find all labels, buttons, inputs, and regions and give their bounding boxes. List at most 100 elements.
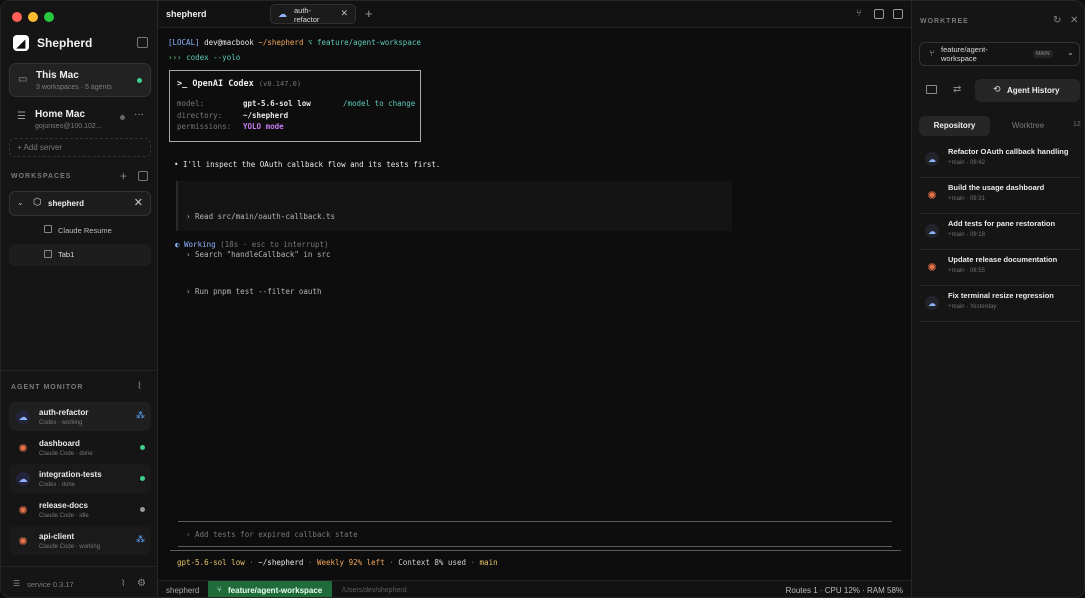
footer-path: /Users/dev/shepherd [342, 587, 407, 594]
agent-name: dashboard [39, 439, 80, 448]
agent-release-docs[interactable]: ✺ release-docs Claude Code · idle [9, 495, 151, 524]
status-path: ~/shepherd [258, 558, 304, 567]
brand: ◢ Shepherd [13, 35, 92, 51]
footer-branch[interactable]: ⑂ feature/agent-workspace [208, 581, 332, 597]
status-model: gpt-5.6-sol low [177, 558, 245, 567]
chevron-down-icon[interactable]: ⌄ [1067, 48, 1074, 57]
working-indicator: ◐ Working (18s · esc to interrupt) [175, 240, 329, 249]
split-pane-icon[interactable] [874, 9, 884, 19]
agent-integration-tests[interactable]: ☁ integration-tests Codex · done [9, 464, 151, 493]
activity-icon[interactable]: ⌇ [137, 381, 142, 392]
activity-icon[interactable]: ⌇ [121, 578, 125, 589]
sidebar-toggle-icon[interactable] [137, 37, 148, 48]
branch-selector[interactable]: ⑂ feature/agent-workspace MAIN ⌄ [919, 42, 1080, 66]
agent-input[interactable]: › Add tests for expired callback state [178, 521, 892, 547]
zoom-window-button[interactable] [44, 12, 54, 22]
tab-auth-refactor[interactable]: ☁ auth-refactor ✕ [270, 4, 356, 24]
status-offline-dot [120, 115, 125, 120]
compare-icon[interactable]: ⇄ [953, 84, 961, 95]
tab-label: Tab1 [58, 250, 75, 259]
add-server-button[interactable]: + Add server [9, 138, 151, 157]
history-item[interactable]: ☁ Refactor OAuth callback handling ⑂main… [920, 142, 1081, 178]
history-meta: ⑂main · Yesterday [948, 304, 997, 310]
close-panel-icon[interactable]: ✕ [1070, 15, 1078, 26]
agent-auth-refactor[interactable]: ☁ auth-refactor Codex · working ⁂ [9, 402, 151, 431]
app-window: ◢ Shepherd ▭ This Mac 3 workspaces · 5 a… [0, 0, 1085, 598]
codex-prompt-icon: >_ [177, 79, 188, 89]
new-tab-icon[interactable]: + [365, 6, 373, 21]
model-value: gpt-5.6-sol low [243, 99, 311, 108]
history-item[interactable]: ✺ Update release documentation ⑂main · 0… [920, 250, 1081, 286]
server-name: This Mac [36, 70, 79, 81]
workspace-tab-claude-resume[interactable]: Claude Resume [9, 221, 151, 241]
status-context: Context 8% used [398, 558, 466, 567]
agent-sub: Claude Code · done [39, 451, 93, 457]
codex-status-line: gpt-5.6-sol low · ~/shepherd · Weekly 92… [158, 552, 911, 579]
prompt-branch: feature/agent-workspace [317, 38, 421, 47]
model-hint: /model to change [343, 99, 416, 108]
codex-model-row: model: gpt-5.6-sol low/model to change [177, 98, 416, 110]
status-line-text: gpt-5.6-sol low · ~/shepherd · Weekly 92… [177, 558, 498, 567]
workspace-shepherd[interactable]: ⌄ ⬡ shepherd ✕ [9, 191, 151, 216]
agent-api-client[interactable]: ✺ api-client Claude Code · working ⁂ [9, 526, 151, 555]
branch-graph-icon[interactable]: ⑂ [856, 8, 862, 19]
tab-repository[interactable]: Repository [919, 116, 990, 136]
dir-label: directory: [177, 110, 223, 120]
close-window-button[interactable] [12, 12, 22, 22]
perm-label: permissions: [177, 122, 232, 131]
tab-label: auth-refactor [294, 6, 320, 24]
add-server-label: Add server [23, 143, 63, 152]
history-branch: main [951, 196, 965, 202]
agent-history-button[interactable]: ⟲ Agent History [975, 79, 1080, 102]
worktree-label: WORKTREE [920, 18, 969, 25]
divider [1, 566, 158, 567]
history-title: Fix terminal resize regression [948, 291, 1054, 300]
history-item[interactable]: ☁ Add tests for pane restoration ⑂main ·… [920, 214, 1081, 250]
working-spinner-icon: ⁂ [136, 410, 145, 420]
close-tab-icon[interactable]: ✕ [340, 8, 348, 19]
codex-title: OpenAI Codex [192, 79, 254, 89]
workspace-tab-tab1[interactable]: Tab1 [9, 244, 151, 266]
history-title: Build the usage dashboard [948, 183, 1045, 192]
claude-icon: ✺ [18, 535, 28, 548]
prompt-path: ~/shepherd [258, 38, 304, 47]
agent-name: api-client [39, 532, 75, 541]
divider [170, 550, 901, 551]
terminal-icon [44, 250, 52, 258]
worktree-panel: WORKTREE ↻ ✕ ⑂ feature/agent-workspace M… [911, 1, 1084, 597]
tool-steps: › Read src/main/oauth-callback.ts › Sear… [176, 181, 732, 296]
history-item[interactable]: ☁ Fix terminal resize regression ⑂main ·… [920, 286, 1081, 322]
history-branch: main [951, 232, 965, 238]
codex-perm-row: permissions: YOLO mode [177, 121, 413, 133]
agent-dashboard[interactable]: ✺ dashboard Claude Code · done [9, 433, 151, 462]
codex-version: (v0.147.0) [258, 80, 302, 88]
folder-icon[interactable] [926, 85, 937, 94]
agent-name: release-docs [39, 501, 88, 510]
tab-worktree[interactable]: Worktree [998, 116, 1058, 136]
add-workspace-icon[interactable]: + [120, 169, 127, 183]
chevron-down-icon[interactable]: ⌄ [17, 198, 24, 207]
collapse-panel-icon[interactable] [893, 9, 903, 19]
terminal-output[interactable]: [LOCAL] dev@macbook ~/shepherd ⌥ feature… [168, 35, 903, 65]
codex-info-box: >_ OpenAI Codex (v0.147.0) model: gpt-5.6… [169, 70, 421, 142]
close-workspace-icon[interactable]: ✕ [134, 196, 143, 209]
gear-icon[interactable]: ⚙ [137, 578, 146, 589]
history-time: Yesterday [969, 304, 997, 310]
refresh-icon[interactable]: ↻ [1053, 15, 1061, 26]
steps-rail [176, 181, 178, 231]
minimize-window-button[interactable] [28, 12, 38, 22]
history-branch: main [951, 160, 965, 166]
more-options-icon[interactable]: ··· [134, 109, 144, 120]
server-name: Home Mac [35, 109, 86, 120]
server-home-mac[interactable]: ☰ Home Mac gojunseo@100.102... ··· [9, 103, 151, 133]
server-this-mac[interactable]: ▭ This Mac 3 workspaces · 5 agents [9, 63, 151, 97]
step-item: › Search "handleCallback" in src [186, 249, 331, 259]
history-branch: main [951, 268, 965, 274]
history-item[interactable]: ✺ Build the usage dashboard ⑂main · 09:3… [920, 178, 1081, 214]
status-weekly: Weekly 92% left [316, 558, 385, 567]
status-online-dot [137, 78, 142, 83]
codex-icon: ☁ [16, 410, 30, 424]
workspace-panel-icon[interactable] [138, 171, 148, 181]
working-hint: (18s · esc to interrupt) [220, 240, 329, 249]
history-title: Refactor OAuth callback handling [948, 147, 1069, 156]
